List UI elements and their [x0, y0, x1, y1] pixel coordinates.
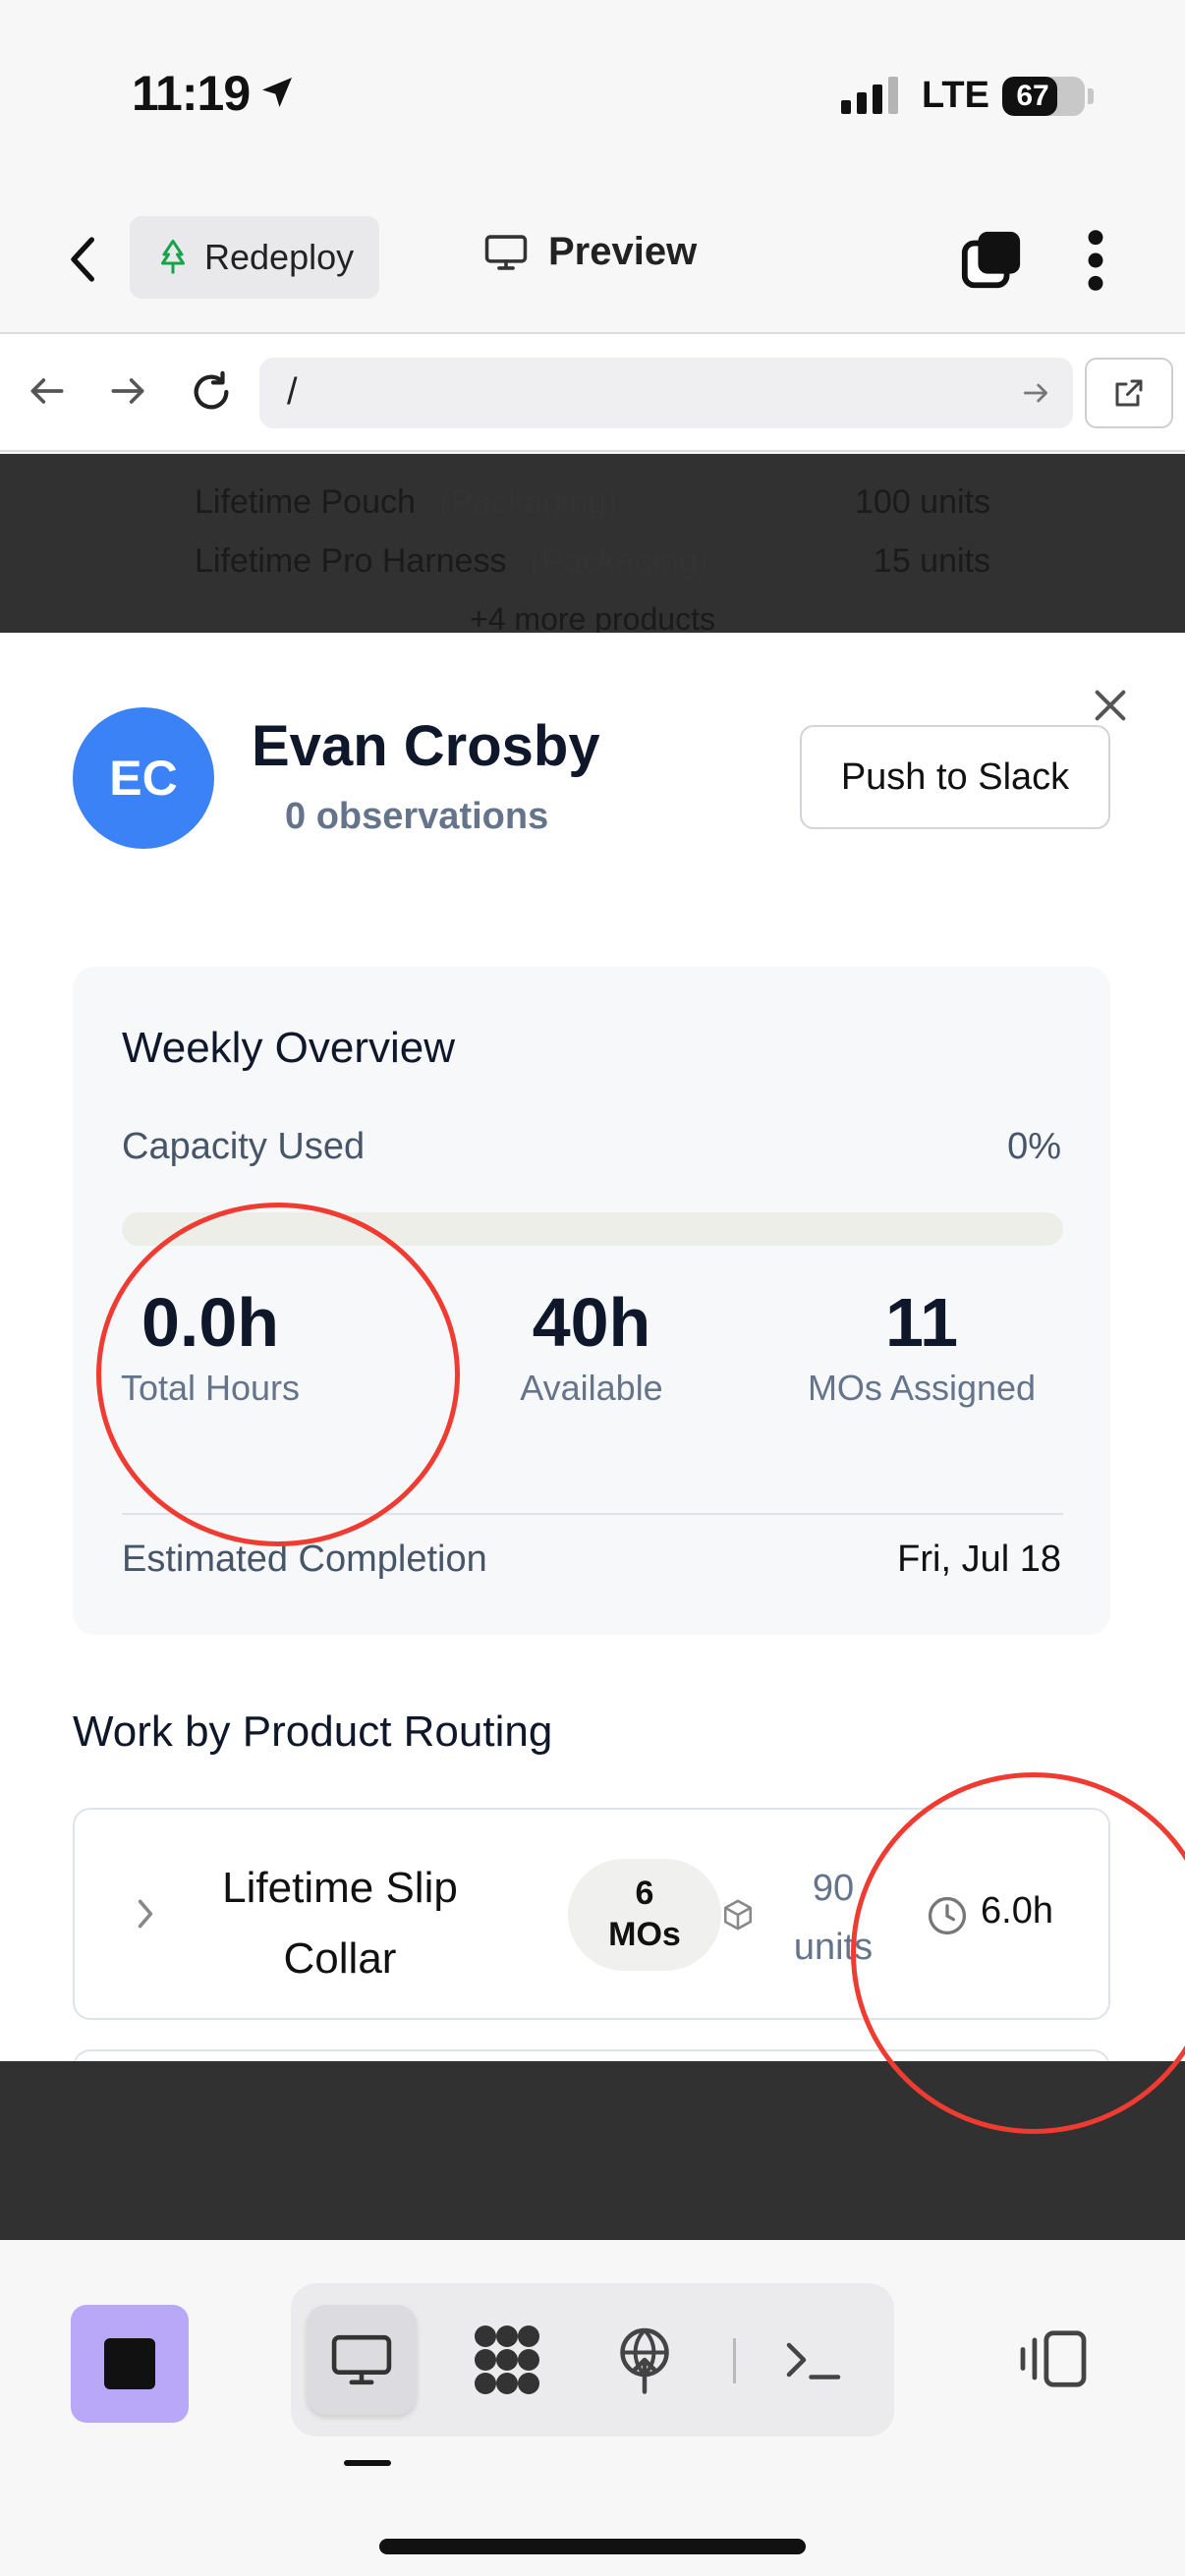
list-item: Lifetime Pro Harness (Packaging) 15 units: [195, 542, 990, 581]
home-indicator: [379, 2539, 806, 2554]
capacity-value: 0%: [1007, 1126, 1061, 1167]
reload-icon[interactable]: [189, 369, 234, 415]
capacity-label: Capacity Used: [122, 1126, 366, 1167]
stat-value: 40h: [532, 1284, 651, 1361]
cellular-signal-icon: [841, 75, 898, 114]
close-icon[interactable]: [1091, 686, 1130, 725]
routing-section-title: Work by Product Routing: [73, 1708, 553, 1756]
employee-name: Evan Crosby: [252, 714, 600, 778]
preview-label: Preview: [548, 230, 698, 273]
open-external-button[interactable]: [1085, 358, 1173, 428]
more-vertical-icon[interactable]: [1081, 226, 1110, 295]
grid-blobs-icon: [475, 2325, 539, 2394]
product-category: (Packaging): [438, 483, 618, 521]
network-type: LTE: [922, 75, 989, 116]
terminal-icon: [786, 2342, 841, 2380]
routing-row[interactable]: [73, 2049, 1110, 2061]
url-path: /: [287, 371, 298, 413]
product-name: Lifetime Pro Harness: [195, 542, 507, 580]
push-to-slack-button[interactable]: Push to Slack: [800, 725, 1110, 829]
stat-total-hours: 0.0h Total Hours: [53, 1281, 367, 1409]
product-name: Lifetime Pouch: [195, 483, 416, 521]
top-nav: Redeploy Preview: [0, 187, 1185, 334]
url-row: /: [0, 334, 1185, 452]
go-arrow-icon[interactable]: [1020, 377, 1051, 409]
observations-count: 0 observations: [285, 796, 549, 837]
weekly-overview-card: Weekly Overview Capacity Used 0% 0.0h To…: [73, 967, 1110, 1635]
stat-available: 40h Available: [434, 1281, 749, 1409]
redeploy-button[interactable]: Redeploy: [130, 216, 379, 299]
stop-button[interactable]: [71, 2305, 189, 2423]
monitor-icon: [331, 2334, 392, 2385]
stop-icon: [104, 2338, 155, 2389]
product-quantity: 15 units: [873, 542, 990, 580]
units-count: 90 units: [793, 1868, 874, 1968]
url-input[interactable]: /: [259, 358, 1073, 428]
stat-value: 11: [885, 1284, 958, 1361]
battery-icon: 67: [1002, 77, 1085, 116]
avatar: EC: [73, 707, 214, 849]
dimmed-backdrop-top[interactable]: Lifetime Pouch (Packaging) 100 units Life…: [0, 454, 1185, 633]
mos-label: MOs: [608, 1916, 681, 1953]
chevron-left-icon: [71, 237, 94, 282]
battery-percent: 67: [1016, 80, 1049, 112]
toolbar-separator: [733, 2338, 736, 2383]
estimated-completion-label: Estimated Completion: [122, 1539, 487, 1580]
product-category: (Packaging): [530, 542, 708, 580]
globe-upload-icon: [620, 2327, 669, 2394]
dimmed-backdrop-bottom[interactable]: [0, 2061, 1185, 2240]
routing-product-name: Lifetime Slip Collar: [222, 1864, 458, 1983]
routing-row[interactable]: Lifetime Slip Collar 6 MOs 90 units 6.0h: [73, 1808, 1110, 2020]
employee-modal: EC Evan Crosby 0 observations Push to Sl…: [0, 633, 1185, 2061]
stat-label: MOs Assigned: [807, 1368, 1037, 1408]
more-products-link: +4 more products: [470, 601, 715, 633]
stat-label: Available: [520, 1368, 663, 1408]
arrow-right-icon[interactable]: [106, 369, 149, 413]
estimated-completion-date: Fri, Jul 18: [897, 1539, 1061, 1580]
status-bar: 11:19 LTE 67: [0, 0, 1185, 187]
back-button[interactable]: [59, 230, 108, 289]
panel-toggle-icon[interactable]: [1018, 2328, 1089, 2389]
bottom-toolbar: [0, 2240, 1185, 2576]
routing-hours: 6.0h: [981, 1890, 1053, 1932]
list-item: Lifetime Pouch (Packaging) 100 units: [195, 483, 990, 522]
chevron-right-icon[interactable]: [134, 1896, 157, 1932]
monitor-icon: [484, 234, 528, 270]
stat-mos-assigned: 11 MOs Assigned: [764, 1281, 1079, 1409]
terminal-tool-button[interactable]: [759, 2305, 869, 2415]
active-tab-indicator: [344, 2460, 391, 2466]
package-icon: [723, 1899, 753, 1931]
deploy-tool-button[interactable]: [590, 2305, 700, 2415]
divider: [122, 1513, 1063, 1515]
capacity-progress-bar: [122, 1212, 1063, 1246]
apps-tool-button[interactable]: [452, 2305, 562, 2415]
tabs-icon[interactable]: [959, 228, 1024, 293]
mos-count: 6: [635, 1875, 654, 1912]
stat-value: 0.0h: [141, 1284, 280, 1361]
preview-tab[interactable]: Preview: [483, 230, 697, 274]
arrow-left-icon[interactable]: [26, 369, 69, 413]
product-quantity: 100 units: [855, 483, 990, 521]
weekly-overview-title: Weekly Overview: [122, 1024, 456, 1072]
location-arrow-icon: [262, 78, 292, 107]
external-link-icon: [1115, 379, 1143, 407]
mos-badge: 6 MOs: [568, 1859, 721, 1971]
battery-tip: [1088, 88, 1094, 104]
clock-icon: [928, 1896, 967, 1935]
tool-group: [291, 2283, 894, 2436]
preview-tool-button[interactable]: [307, 2305, 417, 2415]
tree-icon: [161, 240, 185, 274]
stat-label: Total Hours: [120, 1368, 301, 1408]
status-time: 11:19: [132, 66, 251, 121]
redeploy-label: Redeploy: [204, 237, 355, 277]
